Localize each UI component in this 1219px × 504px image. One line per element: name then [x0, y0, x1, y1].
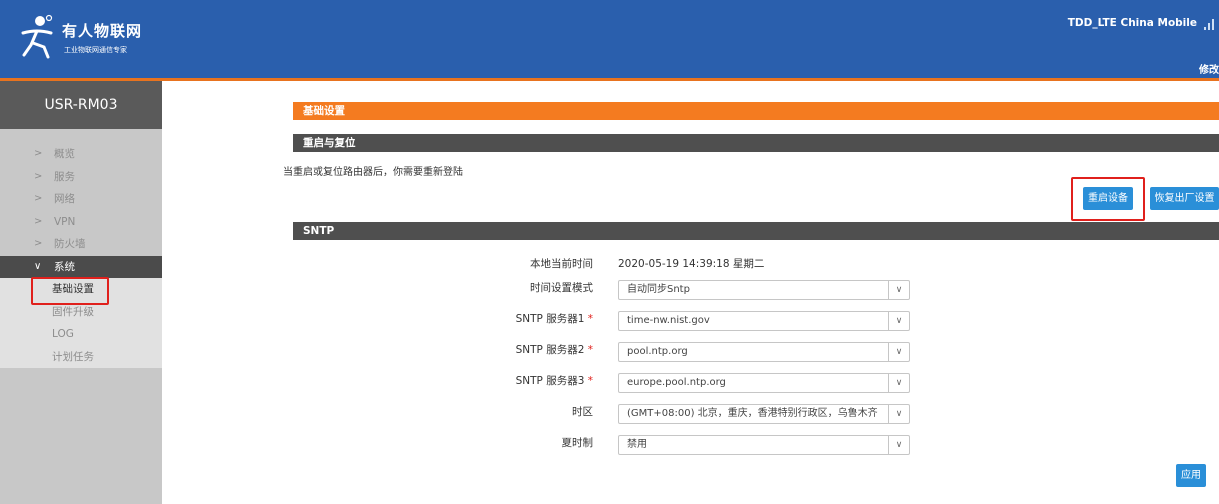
section-header-reboot: 重启与复位 [293, 134, 1219, 152]
chevron-right-icon: > [34, 170, 43, 182]
page-title-bar: 基础设置 [293, 102, 1219, 120]
timezone-label: 时区 [572, 406, 593, 418]
sidebar-item-label: 系统 [54, 260, 75, 273]
sidebar-item-vpn[interactable]: > VPN [0, 211, 162, 234]
sntp-server1-label: SNTP 服务器1 * [293, 311, 593, 326]
chevron-down-icon: ∨ [888, 436, 909, 454]
chevron-down-icon: ∨ [34, 260, 42, 272]
sidebar-item-network[interactable]: > 网络 [0, 188, 162, 211]
select-value: time-nw.nist.gov [627, 315, 710, 326]
section-header-sntp: SNTP [293, 222, 1219, 240]
apply-button[interactable]: 应用 [1176, 464, 1206, 487]
time-mode-label: 时间设置模式 [530, 282, 593, 294]
chevron-down-icon: ∨ [888, 343, 909, 361]
modify-password-link[interactable]: 修改 [1199, 61, 1219, 76]
select-value: 自动同步Sntp [627, 284, 690, 295]
required-mark: * [587, 375, 593, 387]
sidebar-item-label: 服务 [54, 170, 75, 183]
select-value: 禁用 [627, 439, 647, 450]
timezone-select[interactable]: (GMT+08:00) 北京，重庆，香港特别行政区，乌鲁木齐 ∨ [618, 404, 910, 424]
select-value: (GMT+08:00) 北京，重庆，香港特别行政区，乌鲁木齐 [627, 408, 878, 419]
sidebar-subitem-scheduled-tasks[interactable]: 计划任务 [0, 346, 162, 369]
local-time-label: 本地当前时间 [530, 258, 593, 270]
highlight-box-basic-settings [31, 277, 109, 305]
sidebar-item-services[interactable]: > 服务 [0, 166, 162, 189]
chevron-down-icon: ∨ [888, 281, 909, 299]
logo-icon [21, 14, 53, 59]
sidebar-item-overview[interactable]: > 概览 [0, 143, 162, 166]
sntp-server2-select[interactable]: pool.ntp.org ∨ [618, 342, 910, 362]
dst-select[interactable]: 禁用 ∨ [618, 435, 910, 455]
factory-reset-button[interactable]: 恢复出厂设置 [1150, 187, 1219, 210]
brand-tagline: 工业物联网通信专家 [64, 46, 127, 54]
select-value: europe.pool.ntp.org [627, 377, 726, 388]
sidebar-item-label: 概览 [54, 148, 75, 160]
sntp-server3-label: SNTP 服务器3 * [293, 373, 593, 388]
chevron-right-icon: > [34, 215, 43, 227]
signal-strength-icon [1204, 19, 1214, 30]
sidebar-item-label: 防火墙 [54, 238, 86, 250]
device-name: USR-RM03 [0, 81, 162, 129]
label-text: SNTP 服务器3 [515, 375, 585, 387]
chevron-down-icon: ∨ [888, 374, 909, 392]
carrier-status: TDD_LTE China Mobile [1067, 17, 1197, 29]
dst-label: 夏时制 [561, 437, 594, 449]
sntp-server1-select[interactable]: time-nw.nist.gov ∨ [618, 311, 910, 331]
sntp-server2-label: SNTP 服务器2 * [293, 342, 593, 357]
chevron-down-icon: ∨ [888, 405, 909, 423]
label-text: SNTP 服务器1 [515, 313, 585, 325]
sidebar-item-firewall[interactable]: > 防火墙 [0, 233, 162, 256]
select-value: pool.ntp.org [627, 346, 688, 357]
sidebar-item-label: 网络 [54, 193, 75, 205]
chevron-right-icon: > [34, 148, 43, 159]
chevron-right-icon: > [34, 193, 43, 204]
top-header: 有人物联网 工业物联网通信专家 TDD_LTE China Mobile 修改 [0, 0, 1219, 81]
sidebar-subitem-log[interactable]: LOG [0, 323, 162, 346]
label-text: SNTP 服务器2 [515, 344, 585, 356]
highlight-box-reboot [1071, 177, 1145, 221]
required-mark: * [587, 344, 593, 356]
sidebar-nav: > 概览 > 服务 > 网络 > VPN > 防火墙 ∨ 系统 基础设置 固件升级 LOG … [0, 143, 162, 368]
chevron-down-icon: ∨ [888, 312, 909, 330]
reboot-note: 当重启或复位路由器后，你需要重新登陆 [283, 167, 463, 178]
sntp-server3-select[interactable]: europe.pool.ntp.org ∨ [618, 373, 910, 393]
local-time-value: 2020-05-19 14:39:18 星期二 [618, 258, 765, 270]
brand-name: 有人物联网 [62, 22, 143, 40]
chevron-right-icon: > [34, 238, 43, 249]
sidebar-item-system[interactable]: ∨ 系统 [0, 255, 162, 278]
time-mode-select[interactable]: 自动同步Sntp ∨ [618, 280, 910, 300]
sidebar-item-label: VPN [54, 215, 76, 228]
required-mark: * [587, 313, 593, 325]
